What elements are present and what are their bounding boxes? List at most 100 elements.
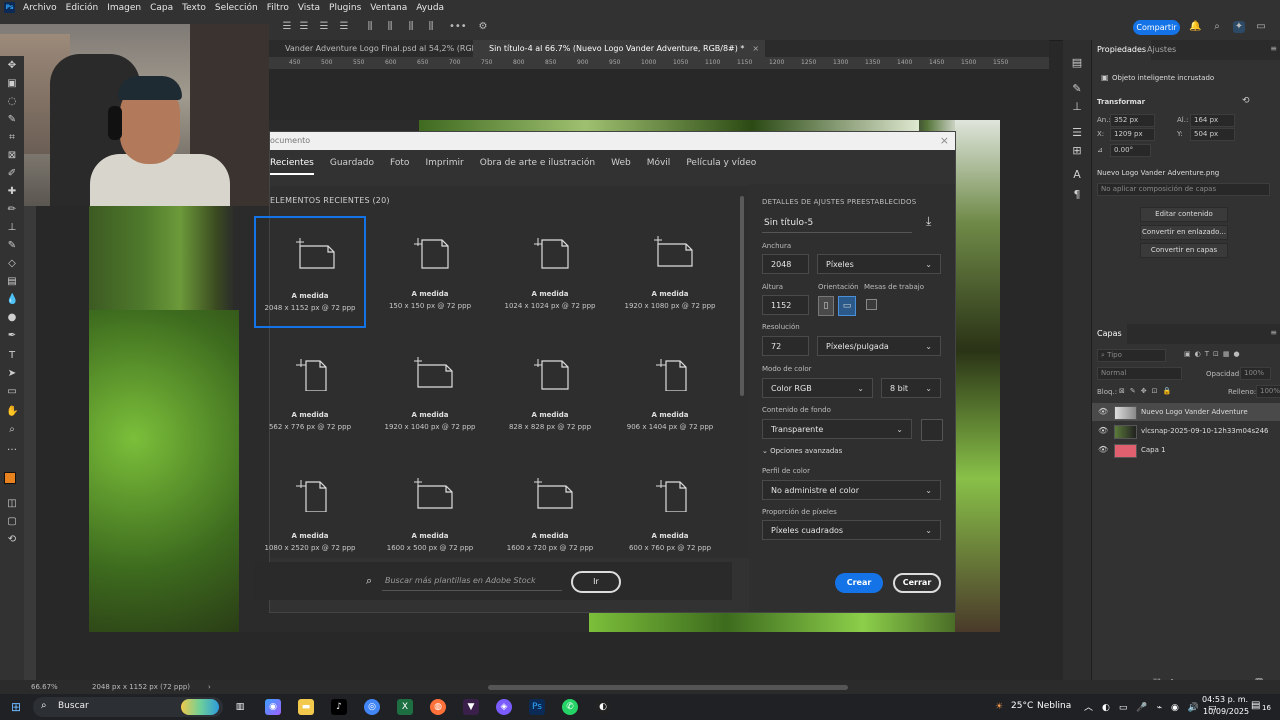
character-panel-icon[interactable]: A <box>1070 168 1084 182</box>
width-field[interactable]: 352 px <box>1110 114 1155 127</box>
preset-card[interactable]: A medida 1600 x 500 px @ 72 ppp <box>374 458 486 568</box>
close-button[interactable]: Cerrar <box>893 573 941 593</box>
gear-icon[interactable]: ⚙ <box>477 21 489 33</box>
obs-icon[interactable]: ◐ <box>595 699 611 715</box>
menu-item-0[interactable]: Archivo <box>23 0 57 16</box>
close-icon[interactable]: × <box>940 132 949 150</box>
menu-item-2[interactable]: Imagen <box>107 0 141 16</box>
bell-icon[interactable]: 🔔 <box>1189 21 1201 33</box>
preset-card[interactable]: A medida 600 x 760 px @ 72 ppp <box>614 458 726 568</box>
clock-time[interactable]: 04:53 p. m. <box>1202 695 1248 704</box>
opacity-field[interactable]: 100% <box>1240 367 1271 380</box>
color-profile-select[interactable]: No administre el color ⌄ <box>762 480 941 500</box>
convert-layers-button[interactable]: Convertir en capas <box>1140 243 1228 258</box>
quick-select-icon[interactable]: ✎ <box>6 114 18 126</box>
dialog-tab-0[interactable]: Recientes <box>270 158 314 175</box>
type-tool-icon[interactable]: T <box>6 350 18 362</box>
notification-icon[interactable]: ▤ <box>1251 700 1260 711</box>
horizontal-scrollbar[interactable] <box>488 685 848 690</box>
dialog-tab-6[interactable]: Móvil <box>647 158 671 175</box>
lasso-tool-icon[interactable]: ◌ <box>6 96 18 108</box>
screen-mode-icon[interactable]: ▢ <box>6 516 18 528</box>
history-brush-icon[interactable]: ✎ <box>6 240 18 252</box>
more-options-icon[interactable]: ••• <box>449 21 467 33</box>
libraries-icon[interactable]: ⊞ <box>1070 144 1084 158</box>
menu-item-3[interactable]: Capa <box>150 0 173 16</box>
visibility-eye-icon[interactable]: 👁 <box>1098 441 1108 459</box>
visibility-eye-icon[interactable]: 👁 <box>1098 403 1108 421</box>
preset-card[interactable]: A medida 2048 x 1152 px @ 72 ppp <box>254 216 366 328</box>
preset-card[interactable]: A medida 562 x 776 px @ 72 ppp <box>254 337 366 447</box>
align-top-icon[interactable]: ☰ <box>338 21 350 33</box>
width-unit-select[interactable]: Píxeles ⌄ <box>817 254 941 274</box>
preset-card[interactable]: A medida 906 x 1404 px @ 72 ppp <box>614 337 726 447</box>
excel-icon[interactable]: X <box>397 699 413 715</box>
eyedropper-icon[interactable]: ✐ <box>6 168 18 180</box>
distribute-h-icon[interactable]: ⫼ <box>405 21 417 33</box>
dialog-tab-2[interactable]: Foto <box>390 158 409 175</box>
preset-card[interactable]: A medida 1600 x 720 px @ 72 ppp <box>494 458 606 568</box>
eraser-tool-icon[interactable]: ◇ <box>6 258 18 270</box>
adjustments-icon[interactable]: ☰ <box>1070 126 1084 140</box>
whatsapp-icon[interactable]: ✆ <box>562 699 578 715</box>
workspace-icon[interactable]: ▭ <box>1255 21 1267 33</box>
menu-item-9[interactable]: Ventana <box>370 0 407 16</box>
presets-scrollbar[interactable] <box>738 186 746 558</box>
path-select-icon[interactable]: ➤ <box>6 368 18 380</box>
windows-start-icon[interactable]: ⊞ <box>8 699 24 715</box>
blend-mode-select[interactable]: Normal <box>1097 367 1182 380</box>
artboards-checkbox[interactable] <box>866 299 877 310</box>
landscape-orientation-icon[interactable]: ▭ <box>838 296 856 316</box>
fill-field[interactable]: 100% <box>1256 385 1280 398</box>
weather-desc[interactable]: Neblina <box>1037 701 1071 711</box>
resolution-input[interactable]: 72 <box>762 336 809 356</box>
visibility-eye-icon[interactable]: 👁 <box>1098 422 1108 440</box>
clone-source-icon[interactable]: ⊥ <box>1070 100 1084 114</box>
portrait-orientation-icon[interactable]: ▯ <box>818 296 834 316</box>
layer-row[interactable]: 👁 vlcsnap-2025-09-10-12h33m04s246 <box>1092 422 1280 440</box>
search-icon[interactable]: ⌕ <box>1211 21 1223 33</box>
artboard-tool-icon[interactable]: ▣ <box>6 78 18 90</box>
menu-item-5[interactable]: Selección <box>215 0 258 16</box>
menu-item-6[interactable]: Filtro <box>267 0 289 16</box>
chrome-icon[interactable]: ◎ <box>364 699 380 715</box>
distribute-spacing-icon[interactable]: ⫼ <box>425 21 437 33</box>
distribute-v-icon[interactable]: ⫼ <box>384 21 396 33</box>
messenger-icon[interactable]: ◈ <box>496 699 512 715</box>
tiktok-icon[interactable]: ♪ <box>331 699 347 715</box>
tab-layers[interactable]: Capas <box>1092 324 1127 344</box>
dodge-tool-icon[interactable]: ● <box>6 312 18 324</box>
brush-tool-icon[interactable]: ✏ <box>6 204 18 216</box>
edit-contents-button[interactable]: Editar contenido <box>1140 207 1228 222</box>
height-input[interactable]: 1152 <box>762 295 809 315</box>
file-explorer-icon[interactable]: ▬ <box>298 699 314 715</box>
save-preset-icon[interactable]: ⤓ <box>926 214 931 229</box>
layer-comp-select[interactable]: No aplicar composición de capas <box>1097 183 1270 196</box>
weather-temp[interactable]: 25°C <box>1011 701 1033 711</box>
preset-card[interactable]: A medida 150 x 150 px @ 72 ppp <box>374 216 486 326</box>
menu-item-10[interactable]: Ayuda <box>416 0 444 16</box>
create-button[interactable]: Crear <box>835 573 883 593</box>
menu-item-4[interactable]: Texto <box>182 0 206 16</box>
color-mode-select[interactable]: Color RGB ⌄ <box>762 378 873 398</box>
reset-transform-icon[interactable]: ⟲ <box>1242 96 1250 106</box>
dialog-tab-3[interactable]: Imprimir <box>425 158 463 175</box>
copilot-icon[interactable]: ◉ <box>265 699 281 715</box>
layer-filter-input[interactable]: ⌕ Tipo <box>1097 349 1166 362</box>
preset-card[interactable]: A medida 828 x 828 px @ 72 ppp <box>494 337 606 447</box>
gradient-tool-icon[interactable]: ▤ <box>6 276 18 288</box>
quick-mask-icon[interactable]: ◫ <box>6 498 18 510</box>
lock-icons[interactable]: ⊠✎✥⊡🔒 <box>1119 387 1176 395</box>
firefox-icon[interactable]: ◍ <box>430 699 446 715</box>
healing-brush-icon[interactable]: ✚ <box>6 186 18 198</box>
scrollbar-thumb[interactable] <box>740 196 744 396</box>
advanced-options-toggle[interactable]: ⌄ Opciones avanzadas <box>762 447 842 455</box>
premiere-icon[interactable]: ▼ <box>463 699 479 715</box>
history-panel-icon[interactable]: ▤ <box>1070 56 1084 70</box>
pixel-ratio-select[interactable]: Píxeles cuadrados ⌄ <box>762 520 941 540</box>
crop-tool-icon[interactable]: ⌗ <box>6 132 18 144</box>
paragraph-panel-icon[interactable]: ¶ <box>1070 188 1084 202</box>
preset-card[interactable]: A medida 1920 x 1040 px @ 72 ppp <box>374 337 486 447</box>
move-tool-icon[interactable]: ✥ <box>6 60 18 72</box>
background-select[interactable]: Transparente ⌄ <box>762 419 912 439</box>
